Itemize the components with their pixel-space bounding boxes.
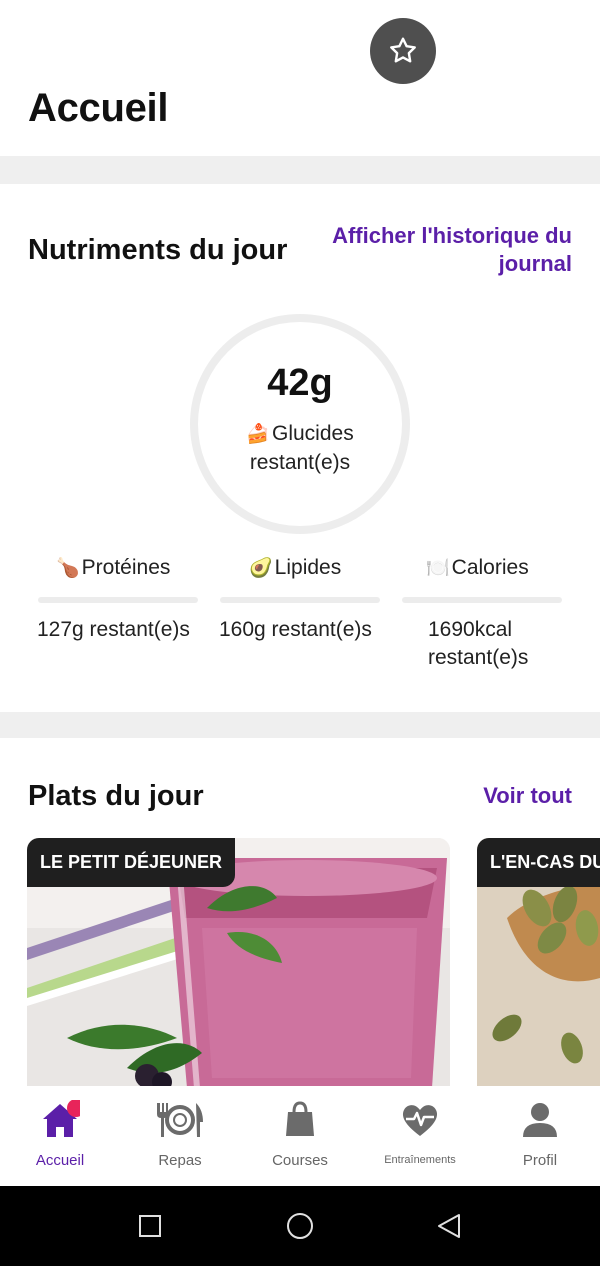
favorite-button[interactable] [370, 18, 436, 84]
journal-history-link-line1: Afficher l'historique du [332, 223, 572, 248]
nav-item-courses[interactable]: Courses [240, 1086, 360, 1186]
plate-icon: 🍽️ [426, 558, 450, 579]
carbs-label: 🍰Glucides restant(e)s [200, 420, 400, 477]
protein-progress-bar [38, 597, 198, 603]
calories-remaining-text: restant(e)s [428, 646, 529, 669]
star-icon [390, 37, 416, 63]
calories-remaining-value: 1690kcal [428, 618, 513, 641]
cake-icon: 🍰 [246, 424, 270, 445]
meals-icon [157, 1103, 203, 1137]
shopping-bag-icon [286, 1101, 314, 1136]
meal-type-badge: L'EN-CAS DU [477, 838, 600, 887]
home-button[interactable] [286, 1212, 314, 1240]
nav-label-accueil: Accueil [35, 1152, 85, 1169]
avocado-icon: 🥑 [249, 558, 273, 579]
nav-item-entrainements[interactable]: Entraînements [360, 1086, 480, 1186]
nutrients-title: Nutriments du jour [28, 234, 288, 266]
system-navigation-bar [0, 1186, 600, 1266]
journal-history-link[interactable]: Afficher l'historique du journal [332, 222, 572, 278]
profile-icon [523, 1103, 557, 1137]
section-divider [0, 156, 600, 184]
section-divider [0, 712, 600, 738]
dish-card-breakfast[interactable]: LE PETIT DÉJEUNER [27, 838, 450, 1088]
lipids-label: 🥑Lipides [249, 556, 341, 580]
nutrients-section: Nutriments du jour Afficher l'historique… [0, 184, 600, 712]
lipids-name: Lipides [274, 556, 342, 579]
carbs-name: Glucides [271, 422, 354, 445]
nav-item-profil[interactable]: Profil [480, 1086, 600, 1186]
nav-label-repas: Repas [158, 1152, 202, 1169]
nav-label-entrainements: Entraînements [384, 1154, 456, 1166]
back-button[interactable] [437, 1213, 461, 1239]
nav-label-courses: Courses [272, 1152, 328, 1169]
protein-remaining: 127g restant(e)s [37, 618, 190, 641]
app-header: Accueil [0, 0, 600, 156]
heart-pulse-icon [402, 1105, 438, 1136]
carbs-remaining-value: 42g [267, 362, 333, 404]
lipids-progress-bar [220, 597, 380, 603]
meal-type-badge: LE PETIT DÉJEUNER [27, 838, 236, 887]
protein-name: Protéines [81, 556, 171, 579]
journal-history-link-line2: journal [498, 251, 572, 276]
calories-label: 🍽️Calories [426, 556, 529, 580]
nav-item-accueil[interactable]: Accueil [0, 1086, 120, 1186]
page-title: Accueil [28, 86, 169, 130]
calories-name: Calories [451, 556, 529, 579]
drumstick-icon: 🍗 [56, 558, 80, 579]
dish-card-snack[interactable]: L'EN-CAS DU [477, 838, 600, 1088]
see-all-link[interactable]: Voir tout [483, 782, 572, 810]
recent-apps-button[interactable] [139, 1215, 161, 1237]
calories-progress-bar [402, 597, 562, 603]
lipids-remaining: 160g restant(e)s [219, 618, 372, 641]
carbs-remaining-text: restant(e)s [249, 451, 351, 474]
calories-remaining: 1690kcal restant(e)s [428, 616, 528, 672]
home-icon [43, 1100, 80, 1137]
nav-item-repas[interactable]: Repas [120, 1086, 240, 1186]
bottom-navigation: Accueil Repas Courses Entraînements Prof… [0, 1086, 600, 1186]
nav-label-profil: Profil [522, 1152, 558, 1169]
protein-label: 🍗Protéines [56, 556, 170, 580]
dishes-title: Plats du jour [28, 780, 204, 812]
